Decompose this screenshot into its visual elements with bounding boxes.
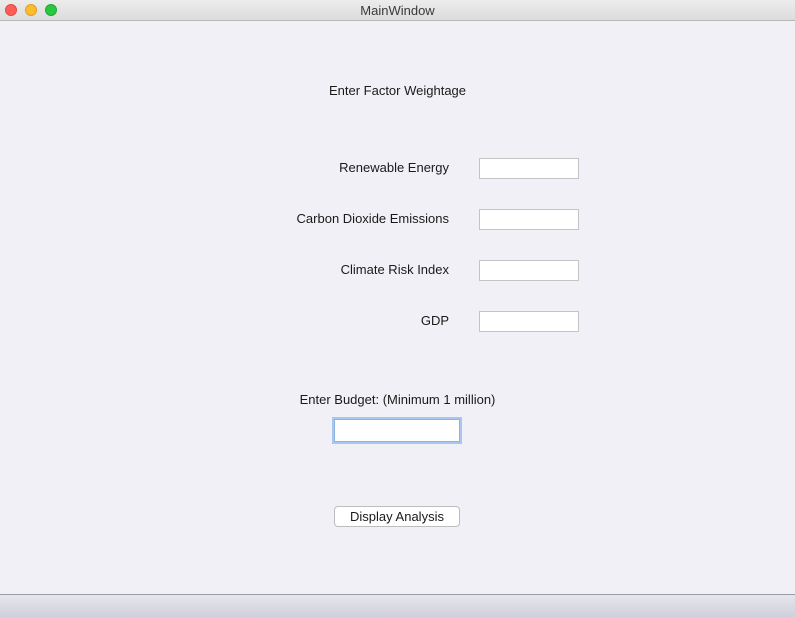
- renewable-energy-input[interactable]: [479, 158, 579, 179]
- climate-risk-index-label: Climate Risk Index: [340, 262, 449, 277]
- factor-weightage-heading: Enter Factor Weightage: [328, 83, 467, 98]
- budget-label: Enter Budget: (Minimum 1 million): [299, 392, 496, 407]
- main-window: MainWindow Enter Factor Weightage Renewa…: [0, 0, 795, 617]
- renewable-energy-label: Renewable Energy: [339, 160, 449, 175]
- title-bar[interactable]: MainWindow: [0, 0, 795, 21]
- carbon-dioxide-emissions-input[interactable]: [479, 209, 579, 230]
- gdp-label: GDP: [420, 313, 449, 328]
- display-analysis-button[interactable]: Display Analysis: [334, 506, 460, 527]
- climate-risk-index-input[interactable]: [479, 260, 579, 281]
- gdp-input[interactable]: [479, 311, 579, 332]
- window-title: MainWindow: [360, 3, 435, 18]
- carbon-dioxide-emissions-label: Carbon Dioxide Emissions: [296, 211, 449, 226]
- budget-input[interactable]: [334, 419, 460, 442]
- status-bar: [0, 594, 795, 617]
